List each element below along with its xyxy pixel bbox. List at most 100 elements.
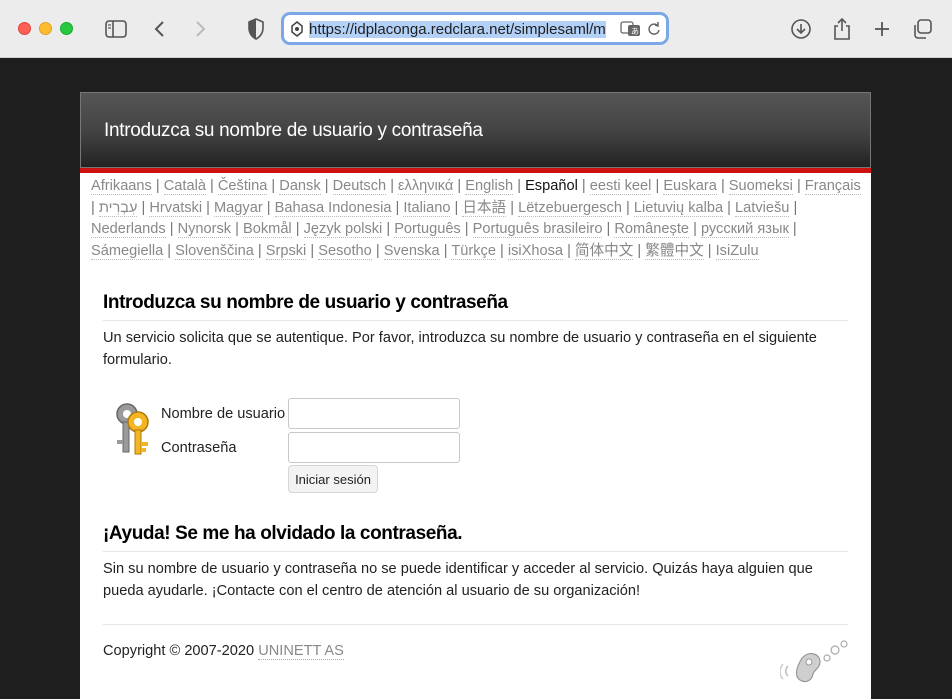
language-link[interactable]: Srpski (265, 242, 307, 260)
help-text: Sin su nombre de usuario y contraseña no… (103, 561, 813, 599)
site-settings-icon[interactable] (289, 20, 305, 43)
language-separator: | (637, 242, 642, 259)
password-label: Contraseña (161, 440, 237, 456)
language-link[interactable]: 简体中文 (574, 242, 634, 260)
login-heading: Introduzca su nombre de usuario y contra… (103, 292, 848, 321)
language-separator: | (257, 242, 262, 259)
language-link[interactable]: Dansk (279, 178, 321, 195)
language-link[interactable]: eesti keel (589, 178, 652, 195)
language-separator: | (310, 242, 315, 259)
zoom-window-button[interactable] (60, 22, 73, 35)
language-separator: | (792, 221, 797, 237)
privacy-shield-icon[interactable] (242, 15, 270, 43)
language-link[interactable]: Latviešu (735, 199, 790, 217)
language-separator: | (793, 199, 798, 216)
language-link[interactable]: Lëtzebuergesch (518, 199, 622, 217)
language-link[interactable]: Suomeksi (728, 178, 793, 195)
language-separator: | (693, 221, 697, 237)
downloads-icon[interactable] (787, 15, 815, 43)
footer-divider (103, 624, 848, 625)
language-link[interactable]: русский язык (700, 221, 789, 238)
tab-overview-icon[interactable] (908, 15, 936, 43)
language-separator: | (707, 242, 712, 259)
language-link[interactable]: Deutsch (332, 178, 387, 195)
language-separator: | (510, 199, 515, 216)
language-link[interactable]: Nynorsk (177, 221, 232, 238)
login-description: Un servicio solicita que se autentique. … (103, 330, 817, 368)
url-text[interactable]: https://idplaconga.redclara.net/simplesa… (309, 20, 609, 40)
password-input[interactable] (288, 432, 460, 463)
language-link[interactable]: ελληνικά (398, 178, 454, 195)
language-link[interactable]: Türkçe (451, 242, 496, 260)
copyright: Copyright © 2007-2020 UNINETT AS (103, 643, 344, 660)
language-link[interactable]: Sámegiella (91, 242, 164, 260)
language-link[interactable]: 日本語 (462, 199, 507, 217)
svg-text:あ: あ (631, 27, 639, 36)
language-separator: | (500, 242, 504, 259)
language-link[interactable]: Nederlands (91, 221, 166, 238)
language-link[interactable]: IsiZulu (715, 242, 759, 260)
header-title: Introduzca su nombre de usuario y contra… (104, 120, 483, 141)
language-link[interactable]: Bokmål (243, 221, 292, 238)
language-link[interactable]: Lietuvių kalba (633, 199, 724, 217)
language-link[interactable]: Italiano (403, 199, 451, 217)
language-link[interactable]: isiXhosa (507, 242, 564, 260)
header-accent-bar (80, 168, 871, 173)
language-link[interactable]: Slovenščina (175, 242, 254, 260)
language-bar: Afrikaans | Català | Čeština | Dansk | D… (91, 176, 866, 262)
login-section: Introduzca su nombre de usuario y contra… (103, 292, 848, 371)
sidebar-icon[interactable] (102, 15, 130, 43)
language-separator: | (517, 178, 522, 194)
reload-icon[interactable] (647, 21, 661, 42)
language-link[interactable]: Português brasileiro (472, 221, 603, 238)
language-link[interactable]: Bahasa Indonesia (274, 199, 392, 217)
language-separator: | (457, 178, 462, 194)
translate-icon[interactable]: あ (620, 20, 642, 43)
language-separator: | (796, 178, 801, 194)
address-bar[interactable]: https://idplaconga.redclara.net/simplesa… (281, 12, 669, 45)
language-link[interactable]: Magyar (214, 199, 263, 217)
language-separator: | (324, 178, 329, 194)
current-language: Español (525, 178, 578, 194)
username-label: Nombre de usuario (161, 406, 286, 422)
language-link[interactable]: Português (394, 221, 461, 238)
language-link[interactable]: Românește (614, 221, 690, 238)
back-icon[interactable] (146, 15, 174, 43)
close-window-button[interactable] (18, 22, 31, 35)
language-separator: | (235, 221, 239, 237)
language-link[interactable]: Svenska (383, 242, 440, 260)
language-link[interactable]: Català (163, 178, 206, 195)
language-separator: | (206, 199, 210, 216)
language-separator: | (454, 199, 459, 216)
language-separator: | (141, 199, 146, 216)
language-link[interactable]: Język polski (303, 221, 383, 238)
language-separator: | (169, 221, 174, 237)
language-separator: | (626, 199, 630, 216)
minimize-window-button[interactable] (39, 22, 52, 35)
language-separator: | (167, 242, 172, 259)
language-separator: | (210, 178, 214, 194)
language-separator: | (395, 199, 400, 216)
language-link[interactable]: 繁體中文 (645, 242, 704, 260)
language-separator: | (271, 178, 276, 194)
username-input[interactable] (288, 398, 460, 429)
language-link[interactable]: Sesotho (318, 242, 372, 260)
language-link[interactable]: עִבְרִית (98, 199, 138, 217)
company-link[interactable]: UNINETT AS (258, 643, 344, 660)
language-link[interactable]: Euskara (663, 178, 717, 195)
language-separator: | (606, 221, 611, 237)
language-link[interactable]: Français (804, 178, 861, 195)
new-tab-icon[interactable] (868, 15, 896, 43)
help-heading: ¡Ayuda! Se me ha olvidado la contraseña. (103, 523, 848, 552)
language-separator: | (375, 242, 380, 259)
language-separator: | (727, 199, 731, 216)
language-link[interactable]: Čeština (217, 178, 268, 195)
share-icon[interactable] (828, 15, 856, 43)
language-link[interactable]: Hrvatski (149, 199, 203, 217)
language-separator: | (155, 178, 160, 194)
language-link[interactable]: Afrikaans (91, 178, 152, 195)
language-separator: | (386, 221, 391, 237)
language-link[interactable]: English (465, 178, 514, 195)
forward-icon[interactable] (186, 15, 214, 43)
login-button[interactable]: Iniciar sesión (288, 465, 378, 493)
